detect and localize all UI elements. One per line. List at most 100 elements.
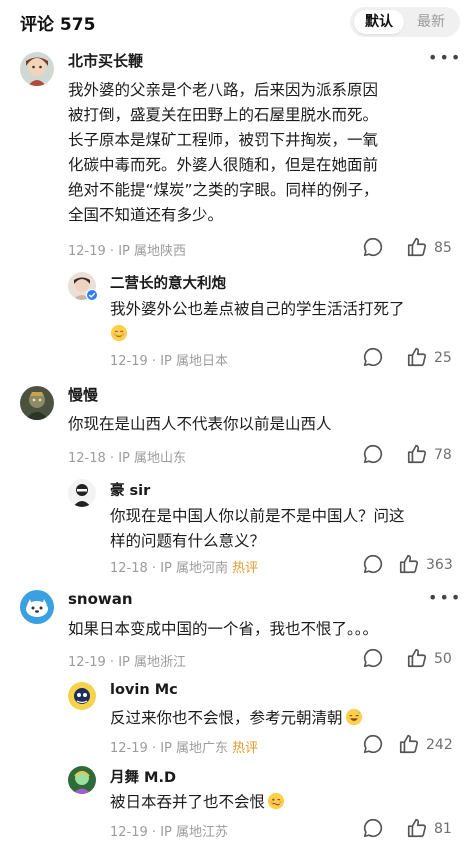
like-icon [407,237,427,257]
like-count: 363 [426,557,453,573]
like-button[interactable]: 78 [406,443,464,467]
avatar[interactable] [20,386,54,420]
like-count: 242 [426,737,453,753]
ip-location: IP 属地江苏 [160,825,228,840]
relieved-face-emoji [110,324,128,342]
reply-icon [363,554,383,574]
comment-date: 12-19 [110,825,148,840]
comment-date: 12-19 [68,655,106,670]
comment-date: 12-18 [110,561,148,576]
comment-line: 你现在是中国人你以前是不是中国人？问这 [110,507,405,525]
grinning-sweat-emoji [345,708,362,726]
reply-button[interactable] [362,733,386,757]
sort-latest-tab[interactable]: 最新 [406,10,456,34]
hot-comment-badge: 热评 [232,561,259,576]
comment-line: 长子原本是煤矿工程师，被罚下井掏炭，一氧 [68,131,379,149]
reply-icon [363,648,383,668]
comment-text: 你现在是山西人不代表你以前是山西人 [68,412,464,437]
comment-meta: 12-18 · IP 属地河南 热评 [110,561,259,576]
comment-line-text: 被日本吞并了也不会恨 [110,793,266,811]
comment-author[interactable]: 慢慢 [68,384,98,405]
avatar[interactable] [20,52,54,86]
comment-date: 12-18 [68,451,106,466]
like-button[interactable]: 50 [406,647,464,671]
comment-meta: 12-19 · IP 属地日本 [110,354,228,369]
comment-line: 反过来你也不会恨，参考元朝清朝 [110,706,464,731]
comment-author[interactable]: snowan [68,590,133,608]
reply-icon [363,818,383,838]
comment-meta: 12-19 · IP 属地浙江 [68,655,186,670]
comment-author[interactable]: 北市买长鞭 [68,50,143,71]
avatar[interactable] [68,479,96,507]
comment-text: 我外婆外公也差点被自己的学生活活打死了 [110,297,464,347]
comment-line: 绝对不能提“煤炭”之类的字眼。同样的例子， [68,181,379,199]
comment-line: 我外婆外公也差点被自己的学生活活打死了 [110,300,405,318]
comment-line: 化碳中毒而死。外婆人很随和，但是在她面前 [68,156,379,174]
like-icon [407,444,427,464]
comment-text: 被日本吞并了也不会恨 [110,790,464,815]
reply-icon [363,237,383,257]
ip-location: IP 属地河南 [160,561,228,576]
hot-comment-badge: 热评 [232,741,259,756]
like-icon [407,648,427,668]
reply-button[interactable] [362,817,386,841]
reply-icon [363,734,383,754]
comment-date: 12-19 [110,354,148,369]
comment-meta: 12-19 · IP 属地江苏 [110,825,228,840]
comment-meta: 12-18 · IP 属地山东 [68,451,186,466]
comment-text: 我外婆的父亲是个老八路，后来因为派系原因 被打倒，盛夏关在田野上的石屋里脱水而死… [68,78,464,228]
like-count: 50 [434,651,452,667]
like-button[interactable]: 363 [398,553,464,577]
avatar[interactable] [68,682,96,710]
verified-icon [86,289,98,301]
like-button[interactable]: 25 [406,346,464,370]
like-count: 78 [434,447,452,463]
like-icon [407,818,427,838]
like-button[interactable]: 242 [398,733,464,757]
like-count: 85 [434,240,452,256]
ip-location: IP 属地陕西 [118,244,186,259]
comment-count-title: 评论 575 [20,15,96,35]
reply-button[interactable] [362,647,386,671]
like-button[interactable]: 81 [406,817,464,841]
more-icon[interactable]: ••• [428,48,462,67]
ip-location: IP 属地山东 [118,451,186,466]
comment-author[interactable]: 二营长的意大利炮 [110,272,226,293]
comment-line: 被日本吞并了也不会恨 [110,790,464,815]
comment-author[interactable]: lovin Mc [110,682,178,698]
comment-author[interactable]: 豪 sir [110,479,150,500]
comment-text: 你现在是中国人你以前是不是中国人？问这 样的问题有什么意义？ [110,504,464,554]
comment-date: 12-19 [110,741,148,756]
comment-text: 反过来你也不会恨，参考元朝清朝 [110,706,464,731]
reply-icon [363,444,383,464]
ip-location: IP 属地浙江 [118,655,186,670]
ip-location: IP 属地日本 [160,354,228,369]
comment-meta: 12-19 · IP 属地陕西 [68,244,186,259]
comment-date: 12-19 [68,244,106,259]
avatar[interactable] [20,590,54,624]
like-icon [407,347,427,367]
like-button[interactable]: 85 [406,236,464,260]
emoji-line [110,322,464,347]
like-icon [399,554,419,574]
reply-button[interactable] [362,346,386,370]
woozy-face-emoji [267,792,285,810]
comment-line: 被打倒，盛夏关在田野上的石屋里脱水而死。 [68,106,379,124]
avatar[interactable] [68,766,96,794]
reply-icon [363,347,383,367]
comment-text: 如果日本变成中国的一个省，我也不恨了。。。 [68,617,468,642]
reply-button[interactable] [362,443,386,467]
comment-line: 全国不知道还有多少。 [68,206,224,224]
like-count: 81 [434,821,452,837]
comment-line: 如果日本变成中国的一个省，我也不恨了。。。 [68,620,379,638]
comment-author[interactable]: 月舞 M.D [110,766,176,787]
comment-meta: 12-19 · IP 属地广东 热评 [110,741,259,756]
reply-button[interactable] [362,553,386,577]
reply-button[interactable] [362,236,386,260]
comment-line: 我外婆的父亲是个老八路，后来因为派系原因 [68,81,379,99]
sort-default-tab[interactable]: 默认 [354,10,404,34]
more-icon[interactable]: ••• [428,588,462,607]
comment-line: 样的问题有什么意义？ [110,532,266,550]
ip-location: IP 属地广东 [160,741,228,756]
comment-line: 你现在是山西人不代表你以前是山西人 [68,415,332,433]
